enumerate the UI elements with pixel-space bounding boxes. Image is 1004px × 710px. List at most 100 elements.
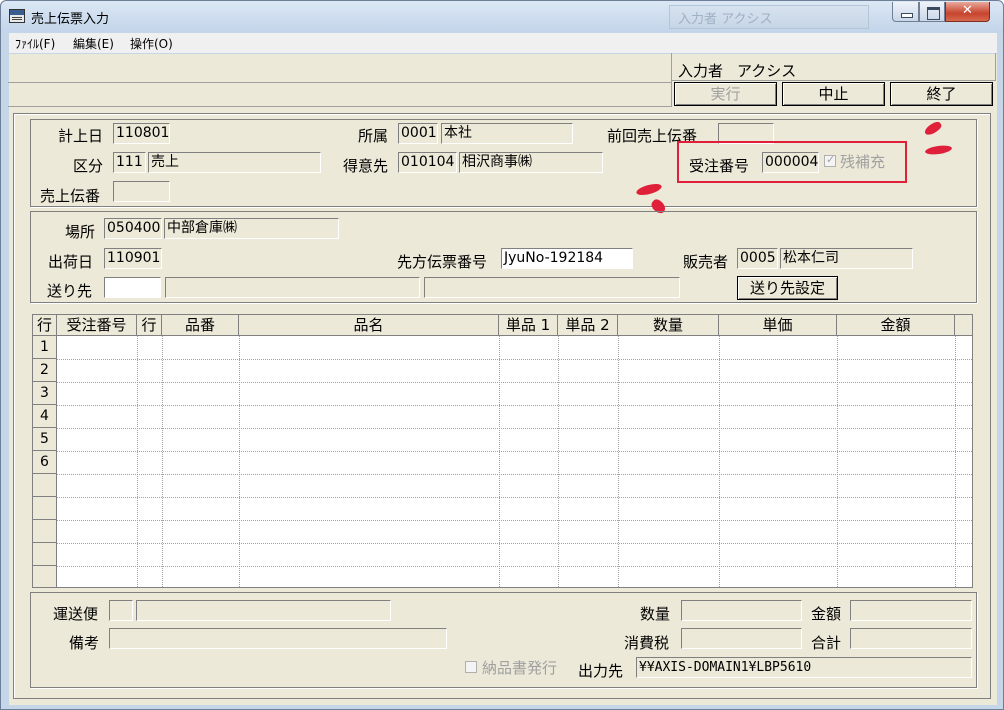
output-label: 出力先 bbox=[578, 662, 624, 680]
row-number[interactable]: 1 bbox=[33, 336, 57, 359]
grid-column-line bbox=[618, 336, 619, 587]
window-title: 売上伝票入力 bbox=[31, 12, 110, 27]
tax-field bbox=[681, 628, 802, 649]
row-number[interactable]: 5 bbox=[33, 428, 57, 451]
memo-field[interactable] bbox=[109, 628, 447, 649]
seller-label: 販売者 bbox=[683, 253, 729, 271]
grid-column-line bbox=[239, 336, 240, 587]
col-header-amount: 金額 bbox=[837, 315, 955, 336]
col-header-order-no: 受注番号 bbox=[57, 315, 137, 336]
row-number[interactable] bbox=[33, 543, 57, 566]
amount-total-label: 金額 bbox=[811, 605, 842, 623]
slip-no-field bbox=[113, 181, 170, 202]
grand-total-field bbox=[850, 628, 972, 649]
seller-code-field[interactable]: 0005 bbox=[737, 248, 778, 269]
col-header-unit2: 単品 2 bbox=[558, 315, 618, 336]
customer-label: 得意先 bbox=[343, 157, 389, 175]
cancel-button[interactable]: 中止 bbox=[782, 82, 885, 106]
row-number[interactable]: 2 bbox=[33, 359, 57, 382]
grid-row-line bbox=[57, 382, 972, 383]
grid-column-line bbox=[719, 336, 720, 587]
destination-label: 送り先 bbox=[47, 282, 93, 300]
col-header-unit1: 単品 1 bbox=[499, 315, 558, 336]
grid-row-line bbox=[57, 428, 972, 429]
grid-row-line bbox=[57, 451, 972, 452]
menu-bar: ﾌｧｲﾙ(F) 編集(E) 操作(O) bbox=[9, 33, 997, 53]
col-header-filler bbox=[955, 315, 972, 336]
customer-code-field[interactable]: 010104 bbox=[398, 152, 457, 173]
header-strip-top bbox=[8, 53, 672, 83]
grid-column-line bbox=[499, 336, 500, 587]
menu-edit[interactable]: 編集(E) bbox=[73, 35, 114, 52]
amount-total-field bbox=[850, 600, 972, 621]
execute-button[interactable]: 実行 bbox=[674, 82, 777, 106]
grid-row-line bbox=[57, 543, 972, 544]
grid-column-line bbox=[837, 336, 838, 587]
destination-code-field[interactable] bbox=[104, 277, 161, 298]
background-window-title: 入力者 アクシス bbox=[669, 5, 869, 29]
col-header-order-line: 行 bbox=[137, 315, 162, 336]
dept-label: 所属 bbox=[358, 127, 389, 145]
customer-name-field: 相沢商事㈱ bbox=[459, 152, 603, 173]
grid-column-line bbox=[137, 336, 138, 587]
detail-grid[interactable]: 行 受注番号 行 品番 品名 単品 1 単品 2 数量 単価 金額 1 2 3 … bbox=[32, 314, 973, 588]
delivery-note-checkbox[interactable] bbox=[465, 661, 477, 673]
dept-name-field: 本社 bbox=[441, 123, 573, 144]
location-label: 場所 bbox=[65, 223, 96, 241]
kubun-name-field: 売上 bbox=[148, 152, 321, 173]
row-number[interactable]: 4 bbox=[33, 405, 57, 428]
grid-row-line bbox=[57, 566, 972, 567]
carrier-code-field[interactable] bbox=[109, 600, 133, 621]
menu-operation[interactable]: 操作(O) bbox=[130, 35, 173, 52]
col-header-row: 行 bbox=[33, 315, 57, 336]
menu-file[interactable]: ﾌｧｲﾙ(F) bbox=[15, 35, 55, 52]
ship-date-field[interactable]: 110901 bbox=[104, 248, 162, 269]
grid-row-line bbox=[57, 497, 972, 498]
location-code-field[interactable]: 050400 bbox=[104, 218, 162, 239]
app-icon bbox=[9, 9, 25, 23]
close-icon: ✕ bbox=[962, 3, 973, 18]
col-header-quantity: 数量 bbox=[618, 315, 719, 336]
seller-name-field: 松本仁司 bbox=[780, 248, 913, 269]
location-name-field: 中部倉庫㈱ bbox=[164, 218, 339, 239]
date-field[interactable]: 110801 bbox=[113, 123, 170, 144]
close-button[interactable]: ✕ bbox=[945, 2, 990, 22]
grid-column-line bbox=[162, 336, 163, 587]
row-number[interactable] bbox=[33, 497, 57, 520]
grid-column-line bbox=[558, 336, 559, 587]
client-slip-field[interactable]: JyuNo-192184 bbox=[501, 248, 633, 269]
memo-label: 備考 bbox=[69, 634, 100, 652]
date-label: 計上日 bbox=[58, 127, 104, 145]
kubun-code-field[interactable]: 111 bbox=[113, 152, 146, 173]
title-bar[interactable]: 売上伝票入力 入力者 アクシス ✕ bbox=[1, 1, 1003, 32]
destination-settings-button[interactable]: 送り先設定 bbox=[737, 276, 838, 300]
order-no-highlight bbox=[677, 141, 907, 183]
slip-no-label: 売上伝番 bbox=[40, 187, 101, 205]
carrier-label: 運送便 bbox=[53, 605, 99, 623]
row-number[interactable] bbox=[33, 566, 57, 587]
ship-date-label: 出荷日 bbox=[48, 253, 94, 271]
row-number[interactable]: 3 bbox=[33, 382, 57, 405]
col-header-unit-price: 単価 bbox=[719, 315, 837, 336]
qty-total-label: 数量 bbox=[640, 605, 671, 623]
destination-name-field bbox=[165, 277, 420, 298]
grid-row-line bbox=[57, 474, 972, 475]
grid-row-line bbox=[57, 359, 972, 360]
grid-row-line bbox=[57, 520, 972, 521]
row-number[interactable] bbox=[33, 520, 57, 543]
dept-code-field[interactable]: 0001 bbox=[398, 123, 438, 144]
exit-button[interactable]: 終了 bbox=[890, 82, 993, 106]
output-printer-field: ¥¥AXIS-DOMAIN1¥LBP5610 bbox=[636, 657, 972, 678]
destination-address-field bbox=[424, 277, 680, 298]
maximize-button[interactable] bbox=[919, 2, 945, 22]
tax-label: 消費税 bbox=[624, 634, 670, 652]
operator-name: アクシス bbox=[737, 62, 797, 80]
operator-label: 入力者 bbox=[678, 62, 724, 80]
col-header-item-code: 品番 bbox=[162, 315, 239, 336]
carrier-name-field bbox=[136, 600, 391, 621]
minimize-button[interactable] bbox=[892, 2, 919, 22]
grand-total-label: 合計 bbox=[811, 634, 842, 652]
grid-column-line bbox=[955, 336, 956, 587]
row-number[interactable] bbox=[33, 474, 57, 497]
row-number[interactable]: 6 bbox=[33, 451, 57, 474]
